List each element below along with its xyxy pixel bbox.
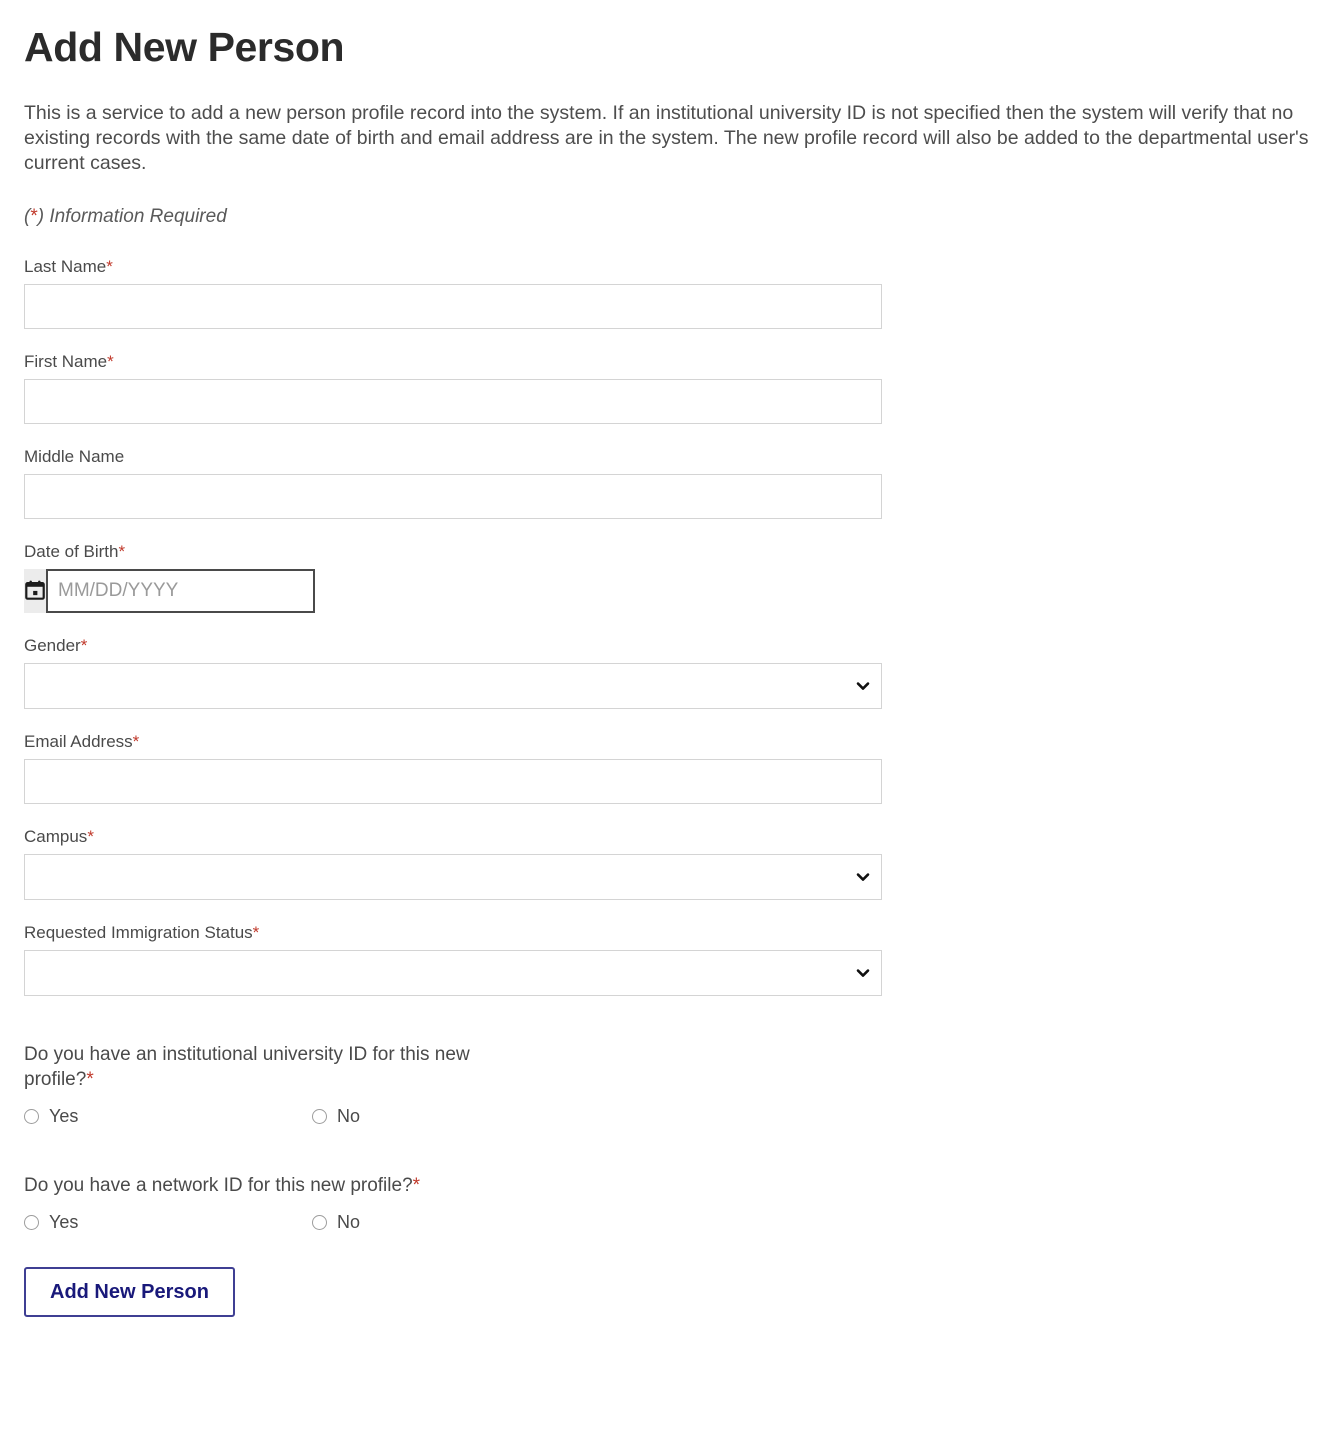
email-address-required-asterisk: * [132,732,140,752]
radio-label: No [337,1212,361,1233]
date-of-birth-input[interactable] [46,569,315,614]
question-institutional-university-id-required-asterisk: * [86,1069,94,1091]
email-address-label: Email Address* [24,731,1319,753]
last-name-label: Last Name* [24,256,1319,278]
radio-institutional-university-id-yes[interactable]: Yes [24,1106,312,1127]
email-address-label-text: Email Address [24,732,133,752]
campus-label-text: Campus [24,827,88,847]
last-name-required-asterisk: * [106,257,113,277]
requested-immigration-status-select-wrap [24,950,882,997]
middle-name-input[interactable] [24,474,882,520]
first-name-input[interactable] [24,379,882,425]
field-group-middle-name: Middle Name [24,446,1319,520]
radio-group-institutional-university-id: Yes No [24,1106,1319,1127]
requested-immigration-status-select[interactable] [24,950,882,997]
question-institutional-university-id: Do you have an institutional university … [24,1042,1319,1127]
question-network-id-label: Do you have a network ID for this new pr… [24,1173,494,1198]
question-network-id-required-asterisk: * [412,1175,421,1197]
radio-label: Yes [49,1106,79,1127]
campus-select-wrap [24,854,882,901]
email-address-input[interactable] [24,759,882,805]
required-info-note: (*) Information Required [24,206,1319,228]
field-group-date-of-birth: Date of Birth* [24,541,1319,614]
gender-label-text: Gender [24,636,81,656]
date-of-birth-row [24,569,315,614]
first-name-label: First Name* [24,351,1319,373]
radio-circle-icon[interactable] [312,1109,327,1125]
first-name-label-text: First Name [24,352,108,372]
campus-label: Campus* [24,826,1319,848]
field-group-last-name: Last Name* [24,256,1319,330]
radio-group-network-id: Yes No [24,1212,1319,1233]
gender-label: Gender* [24,635,1319,657]
add-new-person-page: Add New Person This is a service to add … [0,0,1343,1318]
required-asterisk: * [30,206,38,228]
gender-required-asterisk: * [80,636,88,656]
field-group-requested-immigration-status: Requested Immigration Status* [24,922,1319,997]
radio-network-id-yes[interactable]: Yes [24,1212,312,1233]
field-group-gender: Gender* [24,635,1319,710]
radio-circle-icon[interactable] [24,1215,39,1231]
radio-circle-icon[interactable] [24,1109,39,1125]
radio-label: Yes [49,1212,79,1233]
date-of-birth-required-asterisk: * [118,542,126,562]
field-group-first-name: First Name* [24,351,1319,425]
gender-select[interactable] [24,663,882,710]
radio-institutional-university-id-no[interactable]: No [312,1106,600,1127]
required-note-text: Information Required [44,206,227,228]
page-title: Add New Person [24,24,345,70]
radio-label: No [337,1106,361,1127]
middle-name-label: Middle Name [24,446,1319,468]
requested-immigration-status-label: Requested Immigration Status* [24,922,1319,944]
requested-immigration-status-required-asterisk: * [252,923,260,943]
field-group-email-address: Email Address* [24,731,1319,805]
date-of-birth-label: Date of Birth* [24,541,1319,563]
date-picker-button[interactable] [24,569,46,614]
requested-immigration-status-label-text: Requested Immigration Status [24,923,253,943]
gender-select-wrap [24,663,882,710]
first-name-required-asterisk: * [107,352,114,372]
calendar-icon [24,579,46,604]
campus-select[interactable] [24,854,882,901]
last-name-input[interactable] [24,284,882,330]
question-network-id: Do you have a network ID for this new pr… [24,1173,1319,1233]
middle-name-label-text: Middle Name [24,447,125,467]
field-group-campus: Campus* [24,826,1319,901]
question-network-id-text: Do you have a network ID for this new pr… [24,1175,413,1197]
question-institutional-university-id-label: Do you have an institutional university … [24,1042,494,1092]
campus-required-asterisk: * [87,827,94,847]
radio-circle-icon[interactable] [312,1215,327,1231]
radio-network-id-no[interactable]: No [312,1212,600,1233]
required-note-prefix: (*) [24,206,45,228]
date-of-birth-label-text: Date of Birth [24,542,119,562]
last-name-label-text: Last Name [24,257,107,277]
add-new-person-button[interactable]: Add New Person [24,1267,235,1318]
page-description: This is a service to add a new person pr… [24,102,1309,175]
